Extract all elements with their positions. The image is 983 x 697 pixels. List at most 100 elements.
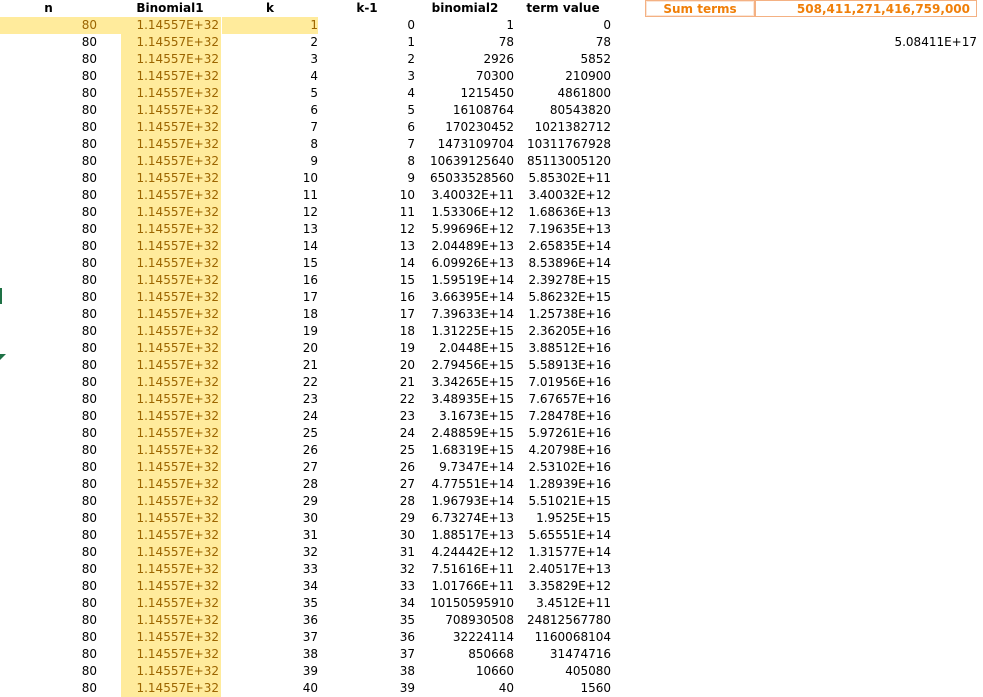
cell-n[interactable]: 80 (0, 204, 97, 221)
cell-binomial1[interactable]: 1.14557E+32 (121, 578, 221, 595)
cell-k[interactable]: 38 (222, 646, 318, 663)
cell-n[interactable]: 80 (0, 612, 97, 629)
cell-k[interactable]: 20 (222, 340, 318, 357)
cell-n[interactable]: 80 (0, 510, 97, 527)
cell-k[interactable]: 12 (222, 204, 318, 221)
cell-binomial1[interactable]: 1.14557E+32 (121, 561, 221, 578)
cell-k[interactable]: 18 (222, 306, 318, 323)
cell-term-value[interactable]: 10311767928 (515, 136, 611, 153)
cell-binomial2[interactable]: 1.59519E+14 (416, 272, 514, 289)
cell-term-value[interactable]: 80543820 (515, 102, 611, 119)
cell-k-minus-1[interactable]: 23 (319, 408, 415, 425)
cell-k[interactable]: 19 (222, 323, 318, 340)
cell-binomial1[interactable]: 1.14557E+32 (121, 527, 221, 544)
cell-term-value[interactable]: 0 (515, 17, 611, 34)
cell-k[interactable]: 36 (222, 612, 318, 629)
cell-binomial1[interactable]: 1.14557E+32 (121, 374, 221, 391)
cell-k[interactable]: 10 (222, 170, 318, 187)
cell-k-minus-1[interactable]: 34 (319, 595, 415, 612)
cell-k[interactable]: 29 (222, 493, 318, 510)
cell-binomial2[interactable]: 6.73274E+13 (416, 510, 514, 527)
cell-n[interactable]: 80 (0, 170, 97, 187)
cell-n[interactable]: 80 (0, 306, 97, 323)
cell-k[interactable]: 26 (222, 442, 318, 459)
cell-n[interactable]: 80 (0, 408, 97, 425)
cell-n[interactable]: 80 (0, 544, 97, 561)
cell-k-minus-1[interactable]: 21 (319, 374, 415, 391)
cell-n[interactable]: 80 (0, 646, 97, 663)
cell-binomial2[interactable]: 1.01766E+11 (416, 578, 514, 595)
cell-binomial1[interactable]: 1.14557E+32 (121, 136, 221, 153)
cell-k-minus-1[interactable]: 27 (319, 476, 415, 493)
cell-term-value[interactable]: 5.97261E+16 (515, 425, 611, 442)
cell-binomial1[interactable]: 1.14557E+32 (121, 663, 221, 680)
cell-binomial1[interactable]: 1.14557E+32 (121, 425, 221, 442)
header-k-minus-1[interactable]: k-1 (319, 0, 415, 17)
cell-binomial1[interactable]: 1.14557E+32 (121, 85, 221, 102)
cell-n[interactable]: 80 (0, 527, 97, 544)
cell-k[interactable]: 6 (222, 102, 318, 119)
cell-term-value[interactable]: 5.51021E+15 (515, 493, 611, 510)
cell-term-value[interactable]: 7.01956E+16 (515, 374, 611, 391)
cell-k[interactable]: 31 (222, 527, 318, 544)
cell-term-value[interactable]: 2.39278E+15 (515, 272, 611, 289)
cell-term-value[interactable]: 3.88512E+16 (515, 340, 611, 357)
cell-k-minus-1[interactable]: 17 (319, 306, 415, 323)
cell-k-minus-1[interactable]: 19 (319, 340, 415, 357)
cell-k[interactable]: 28 (222, 476, 318, 493)
cell-binomial1[interactable]: 1.14557E+32 (121, 442, 221, 459)
cell-n[interactable]: 80 (0, 68, 97, 85)
cell-k-minus-1[interactable]: 11 (319, 204, 415, 221)
cell-n[interactable]: 80 (0, 34, 97, 51)
cell-binomial2[interactable]: 70300 (416, 68, 514, 85)
cell-k[interactable]: 27 (222, 459, 318, 476)
cell-binomial1[interactable]: 1.14557E+32 (121, 17, 221, 34)
cell-n[interactable]: 80 (0, 323, 97, 340)
cell-binomial2[interactable]: 850668 (416, 646, 514, 663)
cell-term-value[interactable]: 8.53896E+14 (515, 255, 611, 272)
cell-n[interactable]: 80 (0, 459, 97, 476)
header-binomial2[interactable]: binomial2 (416, 0, 514, 17)
cell-k[interactable]: 32 (222, 544, 318, 561)
cell-binomial2[interactable]: 78 (416, 34, 514, 51)
cell-binomial1[interactable]: 1.14557E+32 (121, 238, 221, 255)
cell-term-value[interactable]: 3.35829E+12 (515, 578, 611, 595)
cell-k-minus-1[interactable]: 26 (319, 459, 415, 476)
cell-term-value[interactable]: 2.36205E+16 (515, 323, 611, 340)
cell-binomial2[interactable]: 5.99696E+12 (416, 221, 514, 238)
cell-k-minus-1[interactable]: 29 (319, 510, 415, 527)
cell-binomial2[interactable]: 1.96793E+14 (416, 493, 514, 510)
cell-k-minus-1[interactable]: 2 (319, 51, 415, 68)
cell-term-value[interactable]: 24812567780 (515, 612, 611, 629)
cell-binomial2[interactable]: 2.79456E+15 (416, 357, 514, 374)
cell-term-value[interactable]: 1560 (515, 680, 611, 697)
cell-binomial2[interactable]: 4.24442E+12 (416, 544, 514, 561)
cell-binomial1[interactable]: 1.14557E+32 (121, 646, 221, 663)
cell-n[interactable]: 80 (0, 17, 121, 34)
cell-term-value[interactable]: 1.68636E+13 (515, 204, 611, 221)
cell-k[interactable]: 17 (222, 289, 318, 306)
cell-k-minus-1[interactable]: 22 (319, 391, 415, 408)
cell-term-value[interactable]: 4861800 (515, 85, 611, 102)
cell-k-minus-1[interactable]: 5 (319, 102, 415, 119)
cell-binomial1[interactable]: 1.14557E+32 (121, 323, 221, 340)
cell-n[interactable]: 80 (0, 340, 97, 357)
cell-binomial2[interactable]: 7.39633E+14 (416, 306, 514, 323)
cell-k-minus-1[interactable]: 31 (319, 544, 415, 561)
cell-term-value[interactable]: 210900 (515, 68, 611, 85)
cell-binomial1[interactable]: 1.14557E+32 (121, 357, 221, 374)
cell-n[interactable]: 80 (0, 119, 97, 136)
cell-k[interactable]: 15 (222, 255, 318, 272)
cell-k[interactable]: 33 (222, 561, 318, 578)
cell-term-value[interactable]: 1021382712 (515, 119, 611, 136)
cell-k[interactable]: 40 (222, 680, 318, 697)
cell-k[interactable]: 35 (222, 595, 318, 612)
cell-binomial1[interactable]: 1.14557E+32 (121, 510, 221, 527)
cell-term-value[interactable]: 2.40517E+13 (515, 561, 611, 578)
cell-term-value[interactable]: 3.40032E+12 (515, 187, 611, 204)
cell-k[interactable]: 39 (222, 663, 318, 680)
cell-n[interactable]: 80 (0, 391, 97, 408)
cell-binomial2[interactable]: 1.68319E+15 (416, 442, 514, 459)
cell-k-minus-1[interactable]: 6 (319, 119, 415, 136)
cell-k-minus-1[interactable]: 24 (319, 425, 415, 442)
